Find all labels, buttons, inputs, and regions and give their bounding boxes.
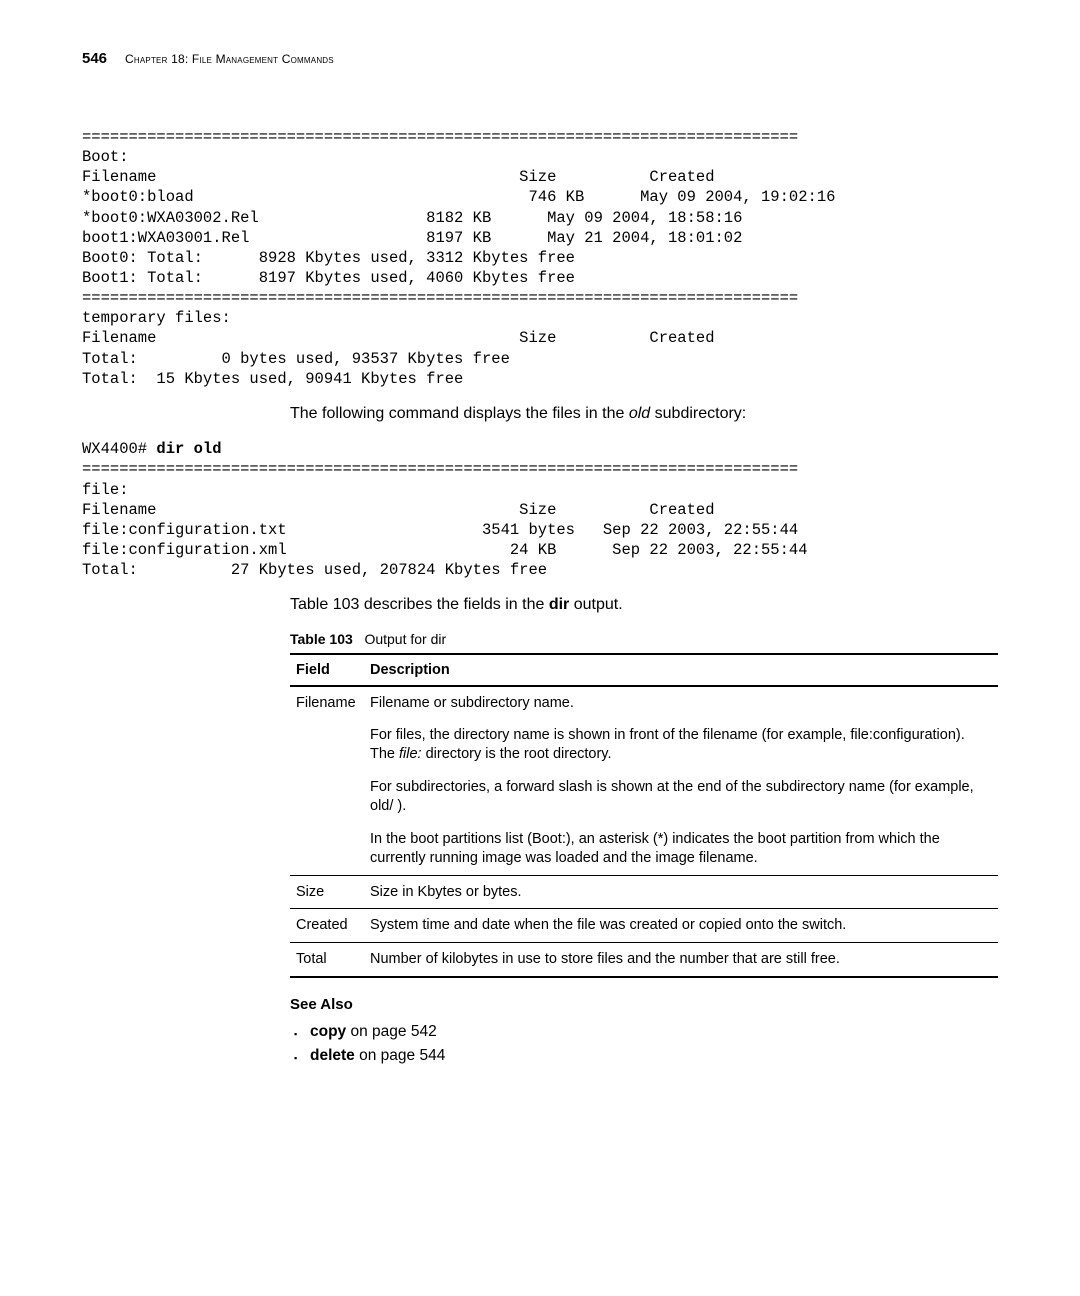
body-text-subdir-prefix: The following command displays the files… <box>290 405 629 422</box>
prompt-prefix: WX4400# <box>82 440 156 458</box>
body-text-subdir-suffix: subdirectory: <box>650 405 746 422</box>
table-row: Created System time and date when the fi… <box>290 909 998 943</box>
cell-field: Created <box>290 909 364 943</box>
cell-desc: Size in Kbytes or bytes. <box>364 875 998 909</box>
cell-field: Size <box>290 875 364 909</box>
cell-desc: System time and date when the file was c… <box>364 909 998 943</box>
list-item: copy on page 542 <box>290 1023 998 1041</box>
cell-field <box>290 823 364 875</box>
body-text-table-ref: Table 103 describes the fields in the di… <box>290 594 998 616</box>
code-output-dir-old-rest: ========================================… <box>82 460 808 579</box>
table-caption-label: Table 103 <box>290 631 353 647</box>
cell-desc: For subdirectories, a forward slash is s… <box>364 771 998 823</box>
desc-part-italic: file: <box>399 746 422 762</box>
cell-desc: Filename or subdirectory name. <box>364 686 998 720</box>
see-also-section: See Also copy on page 542 delete on page… <box>290 996 998 1065</box>
body-text-subdir: The following command displays the files… <box>290 403 998 425</box>
output-table: Field Description Filename Filename or s… <box>290 653 998 978</box>
chapter-title: Chapter 18: File Management Commands <box>125 52 334 66</box>
page-header: 546 Chapter 18: File Management Commands <box>82 50 998 67</box>
page-number: 546 <box>82 50 107 67</box>
body-text-table-ref-prefix: Table 103 describes the fields in the <box>290 596 549 613</box>
body-text-subdir-italic: old <box>629 405 650 422</box>
table-row: For subdirectories, a forward slash is s… <box>290 771 998 823</box>
list-item: delete on page 544 <box>290 1047 998 1065</box>
table-header-field: Field <box>290 654 364 686</box>
cell-desc: For files, the directory name is shown i… <box>364 719 998 771</box>
see-also-rest: on page 544 <box>355 1047 446 1064</box>
cell-field: Total <box>290 943 364 977</box>
cell-field <box>290 771 364 823</box>
command-text: dir old <box>156 440 221 458</box>
body-text-table-ref-bold: dir <box>549 596 569 613</box>
table-row: For files, the directory name is shown i… <box>290 719 998 771</box>
see-also-list: copy on page 542 delete on page 544 <box>290 1023 998 1065</box>
table-row: Total Number of kilobytes in use to stor… <box>290 943 998 977</box>
see-also-cmd: delete <box>310 1047 355 1064</box>
table-section: Table 103 Output for dir Field Descripti… <box>290 631 998 978</box>
cell-desc: In the boot partitions list (Boot:), an … <box>364 823 998 875</box>
table-caption-text: Output for dir <box>364 631 446 647</box>
table-row: Filename Filename or subdirectory name. <box>290 686 998 720</box>
cell-desc: Number of kilobytes in use to store file… <box>364 943 998 977</box>
desc-part: directory is the root directory. <box>422 746 612 762</box>
see-also-rest: on page 542 <box>346 1023 437 1040</box>
body-text-table-ref-suffix: output. <box>569 596 622 613</box>
cell-field: Filename <box>290 686 364 720</box>
table-row: In the boot partitions list (Boot:), an … <box>290 823 998 875</box>
see-also-heading: See Also <box>290 996 998 1013</box>
table-caption: Table 103 Output for dir <box>290 631 998 647</box>
code-output-dir-old: WX4400# dir old ========================… <box>82 439 998 580</box>
see-also-cmd: copy <box>310 1023 346 1040</box>
cell-field <box>290 719 364 771</box>
code-output-boot: ========================================… <box>82 127 998 389</box>
table-row: Size Size in Kbytes or bytes. <box>290 875 998 909</box>
table-header-desc: Description <box>364 654 998 686</box>
